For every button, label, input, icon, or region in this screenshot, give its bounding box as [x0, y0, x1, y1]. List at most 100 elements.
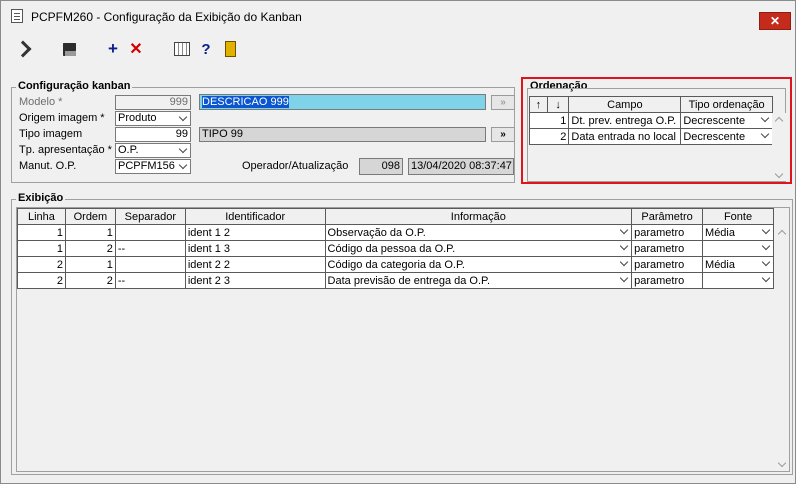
- fonte-select[interactable]: Média: [702, 256, 774, 273]
- desktop-edge: [797, 0, 804, 484]
- exit-icon[interactable]: [222, 41, 238, 57]
- separador-cell[interactable]: [114, 256, 186, 273]
- identificador-cell[interactable]: ident 2 2: [184, 256, 326, 273]
- chevron-down-icon: [762, 226, 770, 234]
- informacao-select[interactable]: Observação da O.P.: [324, 224, 633, 241]
- ordem-header: Ordem: [64, 208, 116, 225]
- table-row[interactable]: 2 Data entrada no local Decrescente: [528, 128, 773, 145]
- modelo-description-field[interactable]: DESCRICAO 999: [199, 94, 486, 110]
- exibicao-grid-area: Linha Ordem Separador Identificador Info…: [16, 207, 790, 472]
- exibicao-table: Linha Ordem Separador Identificador Info…: [17, 208, 774, 289]
- campo-header: Campo: [568, 96, 682, 113]
- chevron-down-icon: [179, 145, 187, 153]
- exibicao-scrollbar[interactable]: [775, 226, 789, 471]
- window-title: PCPFM260 - Configuração da Exibição do K…: [31, 10, 302, 24]
- linha-cell[interactable]: 1: [17, 240, 66, 257]
- manut-op-select[interactable]: PCPFM156: [115, 159, 191, 174]
- identificador-cell[interactable]: ident 2 3: [184, 272, 326, 289]
- tipo-imagem-field[interactable]: 99: [115, 127, 191, 142]
- chevron-down-icon: [761, 114, 769, 122]
- campo-cell[interactable]: Data entrada no local: [568, 128, 682, 145]
- tipo-lookup-button[interactable]: »: [491, 127, 515, 142]
- fonte-select[interactable]: [702, 272, 774, 289]
- scroll-down-icon[interactable]: [777, 460, 787, 468]
- origem-label: Origem imagem *: [19, 112, 105, 124]
- toolbar: + ✕ ?: [1, 39, 795, 61]
- delete-icon[interactable]: ✕: [128, 41, 144, 58]
- linha-cell[interactable]: 2: [17, 272, 66, 289]
- grid-icon[interactable]: [174, 41, 190, 57]
- table-row[interactable]: 1 1 ident 1 2 Observação da O.P. paramet…: [17, 224, 774, 241]
- chevron-down-icon: [620, 242, 628, 250]
- separador-cell[interactable]: [114, 224, 186, 241]
- kanban-config-title: Configuração kanban: [16, 80, 133, 92]
- scroll-down-icon[interactable]: [774, 171, 784, 179]
- parametro-cell[interactable]: parametro: [631, 256, 704, 273]
- fonte-select[interactable]: [702, 240, 774, 257]
- exibicao-title: Exibição: [16, 192, 66, 204]
- chevron-down-icon: [762, 274, 770, 282]
- chevron-down-icon: [762, 242, 770, 250]
- identificador-cell[interactable]: ident 1 3: [184, 240, 326, 257]
- operador-field: 098: [359, 158, 403, 175]
- informacao-select[interactable]: Data previsão de entrega da O.P.: [324, 272, 633, 289]
- document-icon: [11, 9, 23, 23]
- ordem-cell[interactable]: 1: [64, 256, 116, 273]
- separador-cell[interactable]: --: [114, 240, 186, 257]
- chevron-down-icon: [761, 130, 769, 138]
- tp-apresentacao-select[interactable]: O.P.: [115, 143, 191, 158]
- scroll-up-icon[interactable]: [777, 228, 787, 236]
- tipo-imagem-description: TIPO 99: [199, 127, 486, 142]
- chevron-down-icon: [179, 161, 187, 169]
- linha-cell[interactable]: 1: [17, 224, 66, 241]
- separador-header: Separador: [114, 208, 186, 225]
- ordenacao-highlight: Ordenação ↑ ↓ Campo Tipo ordenação 1 Dt.…: [521, 77, 792, 184]
- help-icon[interactable]: ?: [198, 41, 214, 58]
- fonte-header: Fonte: [702, 208, 774, 225]
- informacao-select[interactable]: Código da pessoa da O.P.: [324, 240, 633, 257]
- move-down-icon[interactable]: ↓: [546, 96, 570, 113]
- table-row[interactable]: 2 1 ident 2 2 Código da categoria da O.P…: [17, 256, 774, 273]
- chevron-down-icon: [179, 113, 187, 121]
- chevron-down-icon: [620, 274, 628, 282]
- close-button[interactable]: ✕: [759, 12, 791, 30]
- title-bar[interactable]: PCPFM260 - Configuração da Exibição do K…: [1, 1, 795, 31]
- campo-cell[interactable]: Dt. prev. entrega O.P.: [568, 112, 682, 129]
- manut-op-label: Manut. O.P.: [19, 160, 77, 172]
- parametro-cell[interactable]: parametro: [631, 240, 704, 257]
- table-row[interactable]: 1 2 -- ident 1 3 Código da pessoa da O.P…: [17, 240, 774, 257]
- ordem-cell[interactable]: 1: [64, 224, 116, 241]
- linha-cell[interactable]: 2: [17, 256, 66, 273]
- modelo-field: 999: [115, 95, 191, 110]
- save-icon[interactable]: [61, 41, 77, 57]
- ordem-cell: 2: [528, 128, 570, 145]
- add-icon[interactable]: +: [105, 39, 121, 58]
- table-row[interactable]: 1 Dt. prev. entrega O.P. Decrescente: [528, 112, 773, 129]
- separador-cell[interactable]: --: [114, 272, 186, 289]
- ordem-cell[interactable]: 2: [64, 272, 116, 289]
- atualizacao-field: 13/04/2020 08:37:47: [408, 158, 514, 175]
- modelo-label: Modelo *: [19, 96, 63, 108]
- origem-select[interactable]: Produto: [115, 111, 191, 126]
- exibicao-group: Exibição Linha Ordem Separador Identific…: [11, 192, 793, 475]
- linha-header: Linha: [17, 208, 66, 225]
- identificador-cell[interactable]: ident 1 2: [184, 224, 326, 241]
- operador-label: Operador/Atualização: [242, 160, 349, 172]
- navigate-icon[interactable]: [15, 41, 31, 57]
- ordem-cell[interactable]: 2: [64, 240, 116, 257]
- chevron-down-icon: [762, 258, 770, 266]
- parametro-cell[interactable]: parametro: [631, 224, 704, 241]
- informacao-select[interactable]: Código da categoria da O.P.: [324, 256, 633, 273]
- fonte-select[interactable]: Média: [702, 224, 774, 241]
- move-up-icon[interactable]: ↑: [529, 96, 548, 113]
- ordenacao-scrollbar[interactable]: [772, 113, 786, 181]
- modelo-lookup-button[interactable]: »: [491, 95, 515, 110]
- parametro-header: Parâmetro: [631, 208, 704, 225]
- tipo-ordenacao-select[interactable]: Decrescente: [680, 112, 773, 129]
- tp-apresentacao-label: Tp. apresentação *: [19, 144, 112, 156]
- scroll-up-icon[interactable]: [774, 115, 784, 123]
- parametro-cell[interactable]: parametro: [631, 272, 704, 289]
- ordenacao-table: ↑ ↓ Campo Tipo ordenação 1 Dt. prev. ent…: [528, 96, 773, 145]
- tipo-ordenacao-select[interactable]: Decrescente: [680, 128, 773, 145]
- table-row[interactable]: 2 2 -- ident 2 3 Data previsão de entreg…: [17, 272, 774, 289]
